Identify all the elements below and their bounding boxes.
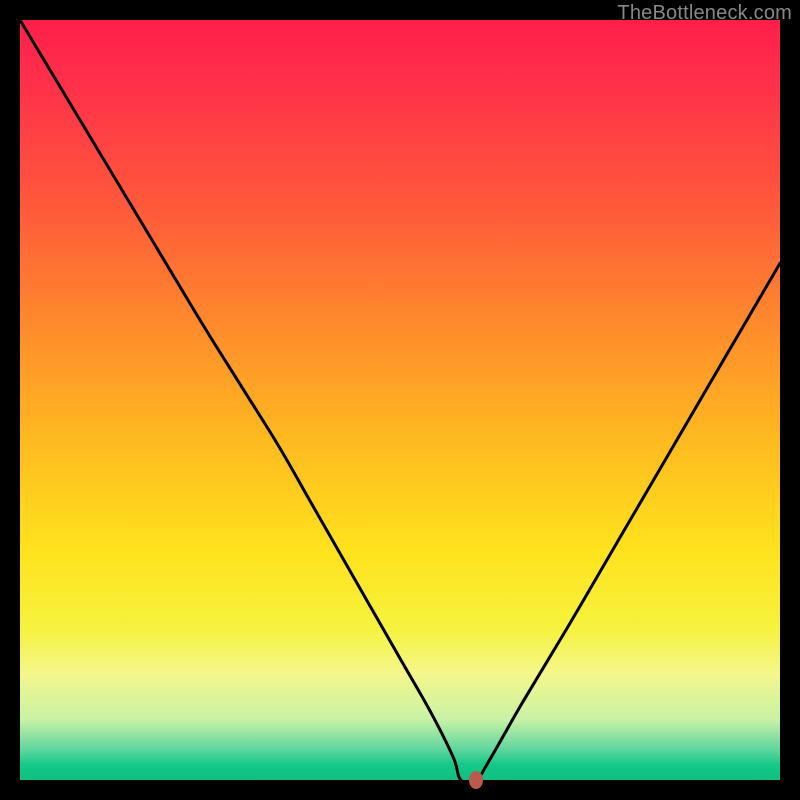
watermark-text: TheBottleneck.com <box>617 2 792 25</box>
curve-svg <box>20 20 780 780</box>
minimum-marker <box>469 771 483 789</box>
bottleneck-curve-path <box>20 20 780 783</box>
plot-area <box>20 20 780 780</box>
chart-frame: TheBottleneck.com <box>0 0 800 800</box>
